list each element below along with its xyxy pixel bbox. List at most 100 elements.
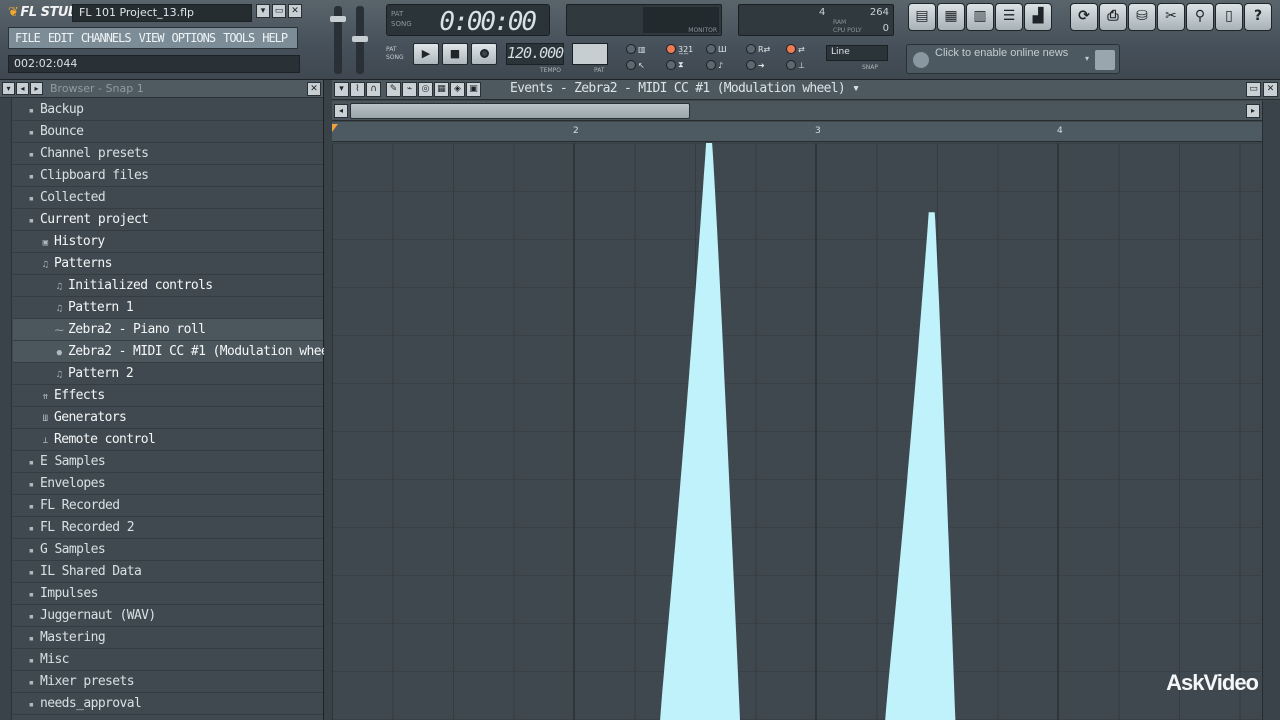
- browser-menu-icon[interactable]: ▾: [2, 82, 15, 95]
- metronome-toggle[interactable]: ▥: [626, 44, 646, 54]
- event-peak-1[interactable]: [660, 143, 740, 720]
- step-sequencer-icon[interactable]: ▦: [937, 3, 965, 31]
- chevron-down-icon[interactable]: ▾: [852, 81, 860, 96]
- loop-record-toggle[interactable]: ⇄: [786, 44, 805, 54]
- search-icon[interactable]: ⚲: [1186, 3, 1214, 31]
- minimize-button[interactable]: ▾: [256, 4, 270, 18]
- tempo-display[interactable]: 120.000: [506, 43, 564, 65]
- browser-item[interactable]: ▪ Backup: [13, 99, 323, 121]
- browser-item[interactable]: ▪ Clipboard files: [13, 165, 323, 187]
- maximize-icon[interactable]: ▭: [1246, 82, 1261, 97]
- master-volume-slider[interactable]: [330, 6, 346, 74]
- browser-item[interactable]: ▪ FL Recorded 2: [13, 517, 323, 539]
- countdown-toggle[interactable]: 3̲2̲1: [666, 44, 693, 54]
- scroll-right-icon[interactable]: ▸: [1246, 104, 1260, 118]
- browser-item[interactable]: ▪ FL Recorded: [13, 495, 323, 517]
- playlist-icon[interactable]: ▤: [908, 3, 936, 31]
- browser-item[interactable]: ▪ IL Shared Data: [13, 561, 323, 583]
- save-icon[interactable]: ⎙: [1099, 3, 1127, 31]
- stop-button[interactable]: ■: [442, 43, 468, 65]
- browser-item[interactable]: Ш Generators: [13, 407, 323, 429]
- scroll-left-icon[interactable]: ◂: [334, 104, 348, 118]
- browser-panel: ▾ ◂ ▸ Browser - Snap 1 ✕ ▪ Backup ▪ Bounce ▪…: [0, 80, 343, 720]
- menu-view[interactable]: VIEW: [139, 31, 165, 45]
- browser-item[interactable]: ▪ Mixer presets: [13, 671, 323, 693]
- tools-icon[interactable]: ✂: [1157, 3, 1185, 31]
- time-ruler[interactable]: 2 3 4: [332, 122, 1262, 142]
- play-button[interactable]: ▶: [413, 43, 439, 65]
- export-icon[interactable]: ⛁: [1128, 3, 1156, 31]
- browser-item[interactable]: ▪ Current project: [13, 209, 323, 231]
- event-peak-2[interactable]: [885, 212, 956, 720]
- browser-item[interactable]: ♫ Pattern 1: [13, 297, 323, 319]
- master-pitch-slider[interactable]: [352, 6, 368, 74]
- browser-item[interactable]: ● Zebra2 - MIDI CC #1 (Modulation wheel): [13, 341, 343, 363]
- online-news-panel[interactable]: Click to enable online news ▾: [906, 44, 1120, 74]
- browser-item[interactable]: ▪ Misc: [13, 649, 323, 671]
- news-options-button[interactable]: [1095, 50, 1115, 70]
- snap-select[interactable]: Line: [826, 45, 888, 61]
- close-button[interactable]: ✕: [288, 4, 302, 18]
- notes-icon[interactable]: ▯: [1215, 3, 1243, 31]
- stat-labels: RAM CPU POLY: [833, 19, 862, 34]
- brush-icon[interactable]: ⌁: [402, 82, 417, 97]
- mixer-icon[interactable]: ▟: [1024, 3, 1052, 31]
- record-button[interactable]: [471, 43, 497, 65]
- recording-filter-toggle[interactable]: R⇄: [746, 44, 770, 54]
- editor-menu-icon[interactable]: ▾: [334, 82, 349, 97]
- song-position-display[interactable]: PAT SONG 0:00:00: [386, 4, 550, 37]
- piano-roll-icon[interactable]: ▥: [966, 3, 994, 31]
- pattern-selector[interactable]: [572, 43, 608, 65]
- close-icon[interactable]: ✕: [1263, 82, 1278, 97]
- menu-tools[interactable]: TOOLS: [223, 31, 255, 45]
- browser-item[interactable]: ▪ E Samples: [13, 451, 323, 473]
- browser-item[interactable]: ▪ Channel presets: [13, 143, 323, 165]
- blend-notes-toggle[interactable]: ↖: [626, 60, 645, 70]
- browser-filter-icon[interactable]: ▸: [30, 82, 43, 95]
- browser-item[interactable]: ▪ Impulses: [13, 583, 323, 605]
- browser-item[interactable]: ▪ needs_approval: [13, 693, 323, 715]
- zoom-icon[interactable]: ◈: [450, 82, 465, 97]
- horizontal-scrollbar[interactable]: ◂ ▸: [332, 101, 1262, 121]
- browser-item[interactable]: ▣ History: [13, 231, 323, 253]
- browser-item[interactable]: ⊥ Remote control: [13, 429, 323, 451]
- panel-splitter[interactable]: [324, 80, 332, 720]
- browser-item[interactable]: ▪ Bounce: [13, 121, 323, 143]
- browser-collapse-icon[interactable]: ◂: [16, 82, 29, 95]
- pencil-icon[interactable]: ✎: [386, 82, 401, 97]
- browser-item[interactable]: ♫ Pattern 2: [13, 363, 323, 385]
- chevron-down-icon[interactable]: ▾: [1085, 54, 1089, 63]
- browser-item[interactable]: ▪ Juggernaut (WAV): [13, 605, 323, 627]
- typing-keyboard-toggle[interactable]: ⊥: [786, 60, 805, 70]
- multilink-toggle[interactable]: ➜: [746, 60, 765, 70]
- step-edit-toggle[interactable]: Ш: [706, 44, 727, 54]
- scrollbar-thumb[interactable]: [350, 103, 690, 119]
- browser-item[interactable]: ▪ Envelopes: [13, 473, 323, 495]
- undo-icon[interactable]: ⟳: [1070, 3, 1098, 31]
- menu-channels[interactable]: CHANNELS: [81, 31, 132, 45]
- browser-item[interactable]: ⁓ Zebra2 - Piano roll: [13, 319, 323, 341]
- magnet-icon[interactable]: ⌇: [350, 82, 365, 97]
- modulation-events[interactable]: [332, 143, 1262, 720]
- snap-icon[interactable]: ∩: [366, 82, 381, 97]
- browser-icon[interactable]: ☰: [995, 3, 1023, 31]
- overdub-toggle[interactable]: ♪: [706, 60, 723, 70]
- browser-item[interactable]: ♫ Patterns: [13, 253, 323, 275]
- pat-song-switch[interactable]: PAT SONG: [386, 46, 410, 62]
- browser-item[interactable]: ♫ Initialized controls: [13, 275, 323, 297]
- menu-file[interactable]: FILE: [15, 31, 41, 45]
- browser-item[interactable]: ▪ G Samples: [13, 539, 323, 561]
- menu-help[interactable]: HELP: [262, 31, 288, 45]
- select-icon[interactable]: ▦: [434, 82, 449, 97]
- wait-input-toggle[interactable]: ⧗: [666, 60, 684, 70]
- menu-edit[interactable]: EDIT: [48, 31, 74, 45]
- delete-icon[interactable]: ◎: [418, 82, 433, 97]
- browser-item[interactable]: ▪ Collected: [13, 187, 323, 209]
- close-icon[interactable]: ✕: [307, 82, 321, 96]
- restore-button[interactable]: ▭: [272, 4, 286, 18]
- playback-icon[interactable]: ▣: [466, 82, 481, 97]
- browser-item[interactable]: ▪ Mastering: [13, 627, 323, 649]
- help-icon[interactable]: ?: [1244, 3, 1272, 31]
- menu-options[interactable]: OPTIONS: [172, 31, 217, 45]
- browser-item[interactable]: ⇈ Effects: [13, 385, 323, 407]
